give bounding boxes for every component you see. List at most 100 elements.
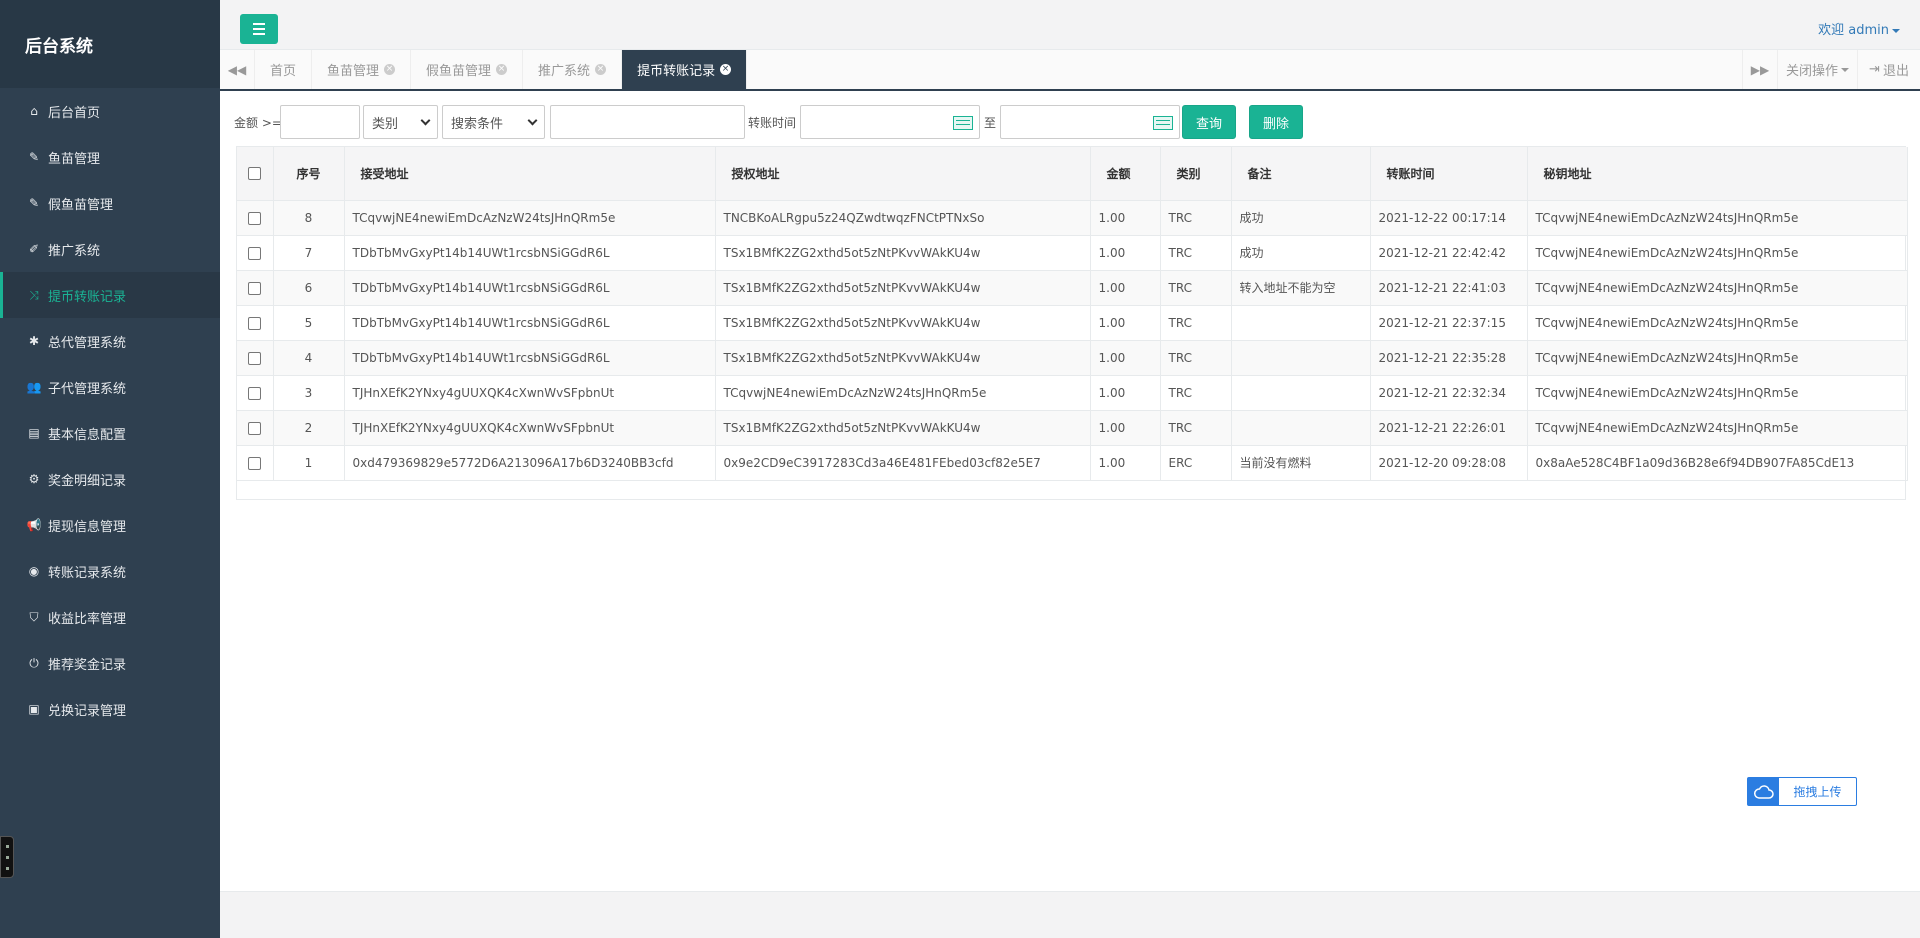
table-row[interactable]: 5 TDbTbMvGxyPt14b14UWt1rcsbNSiGGdR6L TSx… <box>237 305 1908 340</box>
side-handle[interactable] <box>0 836 14 878</box>
cell-receive-address: TDbTbMvGxyPt14b14UWt1rcsbNSiGGdR6L <box>344 270 716 305</box>
sidebar-item-basic-config[interactable]: ▤ 基本信息配置 <box>0 410 220 456</box>
row-checkbox[interactable] <box>248 351 262 365</box>
cell-id: 8 <box>273 200 345 235</box>
sidebar-item-home[interactable]: ⌂ 后台首页 <box>0 88 220 134</box>
sidebar-item-yield-ratio[interactable]: ⛉ 收益比率管理 <box>0 594 220 640</box>
sidebar-item-referral-bonus[interactable]: ⏻ 推荐奖金记录 <box>0 640 220 686</box>
cell-type: TRC <box>1160 270 1232 305</box>
row-checkbox[interactable] <box>248 386 262 400</box>
cell-type: ERC <box>1160 445 1232 480</box>
row-checkbox[interactable] <box>248 456 262 470</box>
row-checkbox[interactable] <box>248 211 262 225</box>
menu-toggle-button[interactable] <box>240 14 278 44</box>
close-icon[interactable]: × <box>720 64 732 75</box>
cell-id: 3 <box>273 375 345 410</box>
logout-button[interactable]: ⇥ 退出 <box>1857 50 1920 89</box>
table-row[interactable]: 6 TDbTbMvGxyPt14b14UWt1rcsbNSiGGdR6L TSx… <box>237 270 1908 305</box>
row-checkbox[interactable] <box>248 421 262 435</box>
sidebar-item-transfer-records[interactable]: ◉ 转账记录系统 <box>0 548 220 594</box>
drag-upload-button[interactable]: 拖拽上传 <box>1747 777 1857 806</box>
sidebar-item-promotion[interactable]: ✐ 推广系统 <box>0 226 220 272</box>
sidebar: 后台系统 ⌂ 后台首页 ✎ 鱼苗管理 ✎ 假鱼苗管理 ✐ 推广系统 ⤨ 提币转账… <box>0 0 220 938</box>
sidebar-item-withdraw-records[interactable]: ⤨ 提币转账记录 <box>0 272 220 318</box>
sidebar-item-label: 总代管理系统 <box>48 335 127 351</box>
file-icon: ▤ <box>28 426 40 440</box>
close-icon[interactable]: × <box>595 64 607 75</box>
sidebar-item-agent[interactable]: ✱ 总代管理系统 <box>0 318 220 364</box>
tab-scroll-left-button[interactable]: ◀◀ <box>220 50 255 89</box>
sidebar-item-sub-agent[interactable]: 👥 子代管理系统 <box>0 364 220 410</box>
save-icon: ▣ <box>28 702 40 716</box>
column-header[interactable]: 授权地址 <box>715 147 1091 201</box>
calendar-icon[interactable] <box>953 116 973 130</box>
row-checkbox[interactable] <box>248 246 262 260</box>
user-menu[interactable]: 欢迎 admin <box>1818 19 1900 38</box>
sidebar-item-fake-fish[interactable]: ✎ 假鱼苗管理 <box>0 180 220 226</box>
tab-promotion[interactable]: 推广系统 × <box>523 50 623 89</box>
welcome-text: 欢迎 <box>1818 23 1845 38</box>
cell-id: 1 <box>273 445 345 480</box>
start-date-input[interactable] <box>800 105 980 139</box>
shuffle-icon: ⤨ <box>29 287 39 302</box>
sidebar-item-fish[interactable]: ✎ 鱼苗管理 <box>0 134 220 180</box>
table-row[interactable]: 1 0xd479369829e5772D6A213096A17b6D3240BB… <box>237 445 1908 480</box>
row-checkbox[interactable] <box>248 316 262 330</box>
sidebar-item-cashout-info[interactable]: 📢 提现信息管理 <box>0 502 220 548</box>
cell-time: 2021-12-21 22:37:15 <box>1370 305 1528 340</box>
table-row[interactable]: 4 TDbTbMvGxyPt14b14UWt1rcsbNSiGGdR6L TSx… <box>237 340 1908 375</box>
dashboard-icon: ◉ <box>28 564 40 578</box>
sidebar-item-label: 假鱼苗管理 <box>48 197 114 213</box>
tab-list: 首页 鱼苗管理 × 假鱼苗管理 × 推广系统 × 提币转账记录 × <box>255 50 748 89</box>
sidebar-item-label: 奖金明细记录 <box>48 473 127 489</box>
table-row[interactable]: 2 TJHnXEfK2YNxy4gUUXQK4cXwnWvSFpbnUt TSx… <box>237 410 1908 445</box>
column-header[interactable]: 类别 <box>1160 147 1232 201</box>
tab-home[interactable]: 首页 <box>255 50 313 89</box>
sidebar-item-label: 提现信息管理 <box>48 519 127 535</box>
condition-select[interactable]: 搜索条件 <box>442 105 545 139</box>
cell-auth-address: TSx1BMfK2ZG2xthd5ot5zNtPKvvWAkKU4w <box>715 340 1091 375</box>
cell-amount: 1.00 <box>1090 270 1161 305</box>
keyword-input[interactable] <box>550 105 745 139</box>
tab-withdraw-records[interactable]: 提币转账记录 × <box>622 50 748 89</box>
records-table: 序号 接受地址 授权地址 金额 类别 备注 转账时间 秘钥地址 8 TCqvwj… <box>236 146 1908 500</box>
column-header[interactable]: 备注 <box>1231 147 1371 201</box>
delete-button[interactable]: 删除 <box>1249 105 1303 139</box>
column-header[interactable]: 秘钥地址 <box>1527 147 1908 201</box>
cell-amount: 1.00 <box>1090 375 1161 410</box>
column-header[interactable]: 接受地址 <box>344 147 716 201</box>
column-header[interactable]: 序号 <box>273 147 345 201</box>
close-icon[interactable]: × <box>496 64 508 75</box>
cell-amount: 1.00 <box>1090 305 1161 340</box>
cell-key-address: TCqvwjNE4newiEmDcAzNzW24tsJHnQRm5e <box>1527 305 1908 340</box>
sidebar-item-label: 兑换记录管理 <box>48 703 127 719</box>
table-row[interactable]: 3 TJHnXEfK2YNxy4gUUXQK4cXwnWvSFpbnUt TCq… <box>237 375 1908 410</box>
tab-fish[interactable]: 鱼苗管理 × <box>312 50 412 89</box>
calendar-icon[interactable] <box>1153 116 1173 130</box>
select-all-checkbox[interactable] <box>248 167 262 181</box>
main-content: 金额 >= 类别 搜索条件 转账时间 至 查询 删除 序号 接受地址 授权地址 … <box>220 91 1920 891</box>
close-icon[interactable]: × <box>384 64 396 75</box>
tab-fake-fish[interactable]: 假鱼苗管理 × <box>411 50 524 89</box>
footer-divider <box>220 891 1920 892</box>
upload-label: 拖拽上传 <box>1793 785 1842 799</box>
cell-type: TRC <box>1160 340 1232 375</box>
row-checkbox[interactable] <box>248 281 262 295</box>
type-select[interactable]: 类别 <box>363 105 438 139</box>
caret-down-icon <box>1841 67 1849 72</box>
table-row[interactable]: 8 TCqvwjNE4newiEmDcAzNzW24tsJHnQRm5e TNC… <box>237 200 1908 235</box>
amount-input[interactable] <box>280 105 360 139</box>
tab-scroll-right-button[interactable]: ▶▶ <box>1742 50 1777 89</box>
close-operations-dropdown[interactable]: 关闭操作 <box>1777 50 1857 89</box>
end-date-input[interactable] <box>1000 105 1180 139</box>
table-row[interactable]: 7 TDbTbMvGxyPt14b14UWt1rcsbNSiGGdR6L TSx… <box>237 235 1908 270</box>
sidebar-item-bonus-records[interactable]: ⚙ 奖金明细记录 <box>0 456 220 502</box>
sidebar-item-label: 推荐奖金记录 <box>48 657 127 673</box>
column-header[interactable]: 金额 <box>1090 147 1161 201</box>
cell-key-address: TCqvwjNE4newiEmDcAzNzW24tsJHnQRm5e <box>1527 340 1908 375</box>
cell-key-address: 0x8aAe528C4BF1a09d36B28e6f94DB907FA85CdE… <box>1527 445 1908 480</box>
asterisk-icon: ✱ <box>28 334 40 348</box>
column-header[interactable]: 转账时间 <box>1370 147 1528 201</box>
query-button[interactable]: 查询 <box>1182 105 1236 139</box>
sidebar-item-exchange-records[interactable]: ▣ 兑换记录管理 <box>0 686 220 732</box>
